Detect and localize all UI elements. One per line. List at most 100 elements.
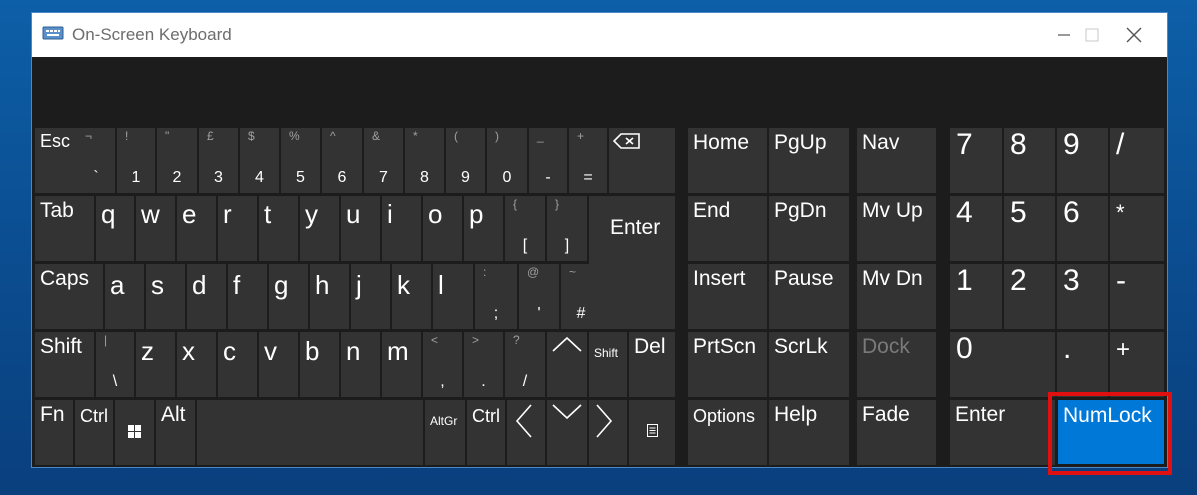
key-period[interactable]: >.	[464, 332, 503, 397]
key-caps[interactable]: Caps	[35, 264, 103, 329]
key-backtick[interactable]: ¬ `	[77, 128, 115, 193]
numpad-enter[interactable]: Enter	[950, 400, 1055, 465]
key-right-bracket[interactable]: }]	[547, 196, 587, 261]
key-b[interactable]: b	[300, 332, 339, 397]
key-o[interactable]: o	[423, 196, 462, 261]
key-del[interactable]: Del	[629, 332, 675, 397]
key-arrow-up[interactable]	[547, 332, 587, 397]
key-minus[interactable]: _ -	[529, 128, 567, 193]
key-quote[interactable]: @ '	[519, 264, 559, 329]
key-enter[interactable]: Enter	[589, 196, 675, 329]
key-tab[interactable]: Tab	[35, 196, 94, 261]
key-i[interactable]: i	[382, 196, 421, 261]
numpad-decimal[interactable]: .	[1057, 332, 1108, 397]
key-7[interactable]: & 7	[364, 128, 403, 193]
key-move-up[interactable]: Mv Up	[857, 196, 936, 261]
key-fn[interactable]: Fn	[35, 400, 73, 465]
key-arrow-left[interactable]	[507, 400, 545, 465]
key-z[interactable]: z	[136, 332, 175, 397]
key-scrlk[interactable]: ScrLk	[769, 332, 849, 397]
key-u[interactable]: u	[341, 196, 380, 261]
close-button[interactable]	[1105, 13, 1163, 57]
key-help[interactable]: Help	[769, 400, 849, 465]
key-slash[interactable]: ? /	[505, 332, 545, 397]
numpad-5[interactable]: 5	[1004, 196, 1055, 261]
key-e[interactable]: e	[177, 196, 216, 261]
key-j[interactable]: j	[351, 264, 390, 329]
key-backspace[interactable]	[609, 128, 675, 193]
key-insert[interactable]: Insert	[688, 264, 767, 329]
key-8[interactable]: * 8	[405, 128, 444, 193]
key-nav[interactable]: Nav	[857, 128, 936, 193]
numpad-6[interactable]: 6	[1057, 196, 1108, 261]
key-dock[interactable]: Dock	[857, 332, 936, 397]
key-h[interactable]: h	[310, 264, 349, 329]
key-k[interactable]: k	[392, 264, 431, 329]
numpad-minus[interactable]: -	[1110, 264, 1164, 329]
numpad-plus[interactable]: +	[1110, 332, 1164, 397]
key-end[interactable]: End	[688, 196, 767, 261]
numpad-4[interactable]: 4	[950, 196, 1002, 261]
key-altgr[interactable]: AltGr	[425, 400, 465, 465]
key-pause[interactable]: Pause	[769, 264, 849, 329]
key-hash[interactable]: ~ #	[561, 264, 601, 329]
key-shift-left[interactable]: Shift	[35, 332, 94, 397]
key-m[interactable]: m	[382, 332, 421, 397]
numpad-8[interactable]: 8	[1004, 128, 1055, 193]
key-1[interactable]: ! 1	[117, 128, 155, 193]
key-alt[interactable]: Alt	[156, 400, 195, 465]
numpad-divide[interactable]: /	[1110, 128, 1164, 193]
key-options[interactable]: Options	[688, 400, 767, 465]
key-ctrl-left[interactable]: Ctrl	[75, 400, 113, 465]
key-x[interactable]: x	[177, 332, 216, 397]
key-prtscn[interactable]: PrtScn	[688, 332, 767, 397]
key-equals[interactable]: + =	[569, 128, 607, 193]
key-arrow-down[interactable]	[547, 400, 587, 465]
key-9[interactable]: (9	[446, 128, 485, 193]
key-left-bracket[interactable]: {[	[505, 196, 545, 261]
key-backslash[interactable]: | \	[96, 332, 134, 397]
key-3[interactable]: £3	[199, 128, 238, 193]
key-arrow-right[interactable]	[589, 400, 627, 465]
key-t[interactable]: t	[259, 196, 298, 261]
key-n[interactable]: n	[341, 332, 380, 397]
key-s[interactable]: s	[146, 264, 185, 329]
key-v[interactable]: v	[259, 332, 298, 397]
key-0[interactable]: ) 0	[487, 128, 527, 193]
key-4[interactable]: $4	[240, 128, 279, 193]
key-5[interactable]: % 5	[281, 128, 320, 193]
key-pgdn[interactable]: PgDn	[769, 196, 849, 261]
numpad-multiply[interactable]: *	[1110, 196, 1164, 261]
key-w[interactable]: w	[136, 196, 175, 261]
numpad-7[interactable]: 7	[950, 128, 1002, 193]
key-semicolon[interactable]: :;	[475, 264, 517, 329]
key-l[interactable]: l	[433, 264, 473, 329]
key-space[interactable]	[197, 400, 423, 465]
key-shift-right[interactable]: Shift	[589, 332, 627, 397]
key-g[interactable]: g	[269, 264, 308, 329]
key-menu[interactable]	[629, 400, 675, 465]
key-comma[interactable]: <,	[423, 332, 462, 397]
key-6[interactable]: ^ 6	[322, 128, 362, 193]
key-move-down[interactable]: Mv Dn	[857, 264, 936, 329]
key-q[interactable]: q	[96, 196, 134, 261]
numpad-0[interactable]: 0	[950, 332, 1055, 397]
key-p[interactable]: p	[464, 196, 503, 261]
numpad-3[interactable]: 3	[1057, 264, 1108, 329]
key-numlock[interactable]: NumLock	[1058, 400, 1164, 464]
key-ctrl-right[interactable]: Ctrl	[467, 400, 505, 465]
key-a[interactable]: a	[105, 264, 144, 329]
key-y[interactable]: y	[300, 196, 339, 261]
key-pgup[interactable]: PgUp	[769, 128, 849, 193]
key-r[interactable]: r	[218, 196, 257, 261]
numpad-1[interactable]: 1	[950, 264, 1002, 329]
key-windows[interactable]	[115, 400, 154, 465]
numpad-9[interactable]: 9	[1057, 128, 1108, 193]
key-2[interactable]: " 2	[157, 128, 197, 193]
key-home[interactable]: Home	[688, 128, 767, 193]
numpad-2[interactable]: 2	[1004, 264, 1055, 329]
key-fade[interactable]: Fade	[857, 400, 936, 465]
key-d[interactable]: d	[187, 264, 226, 329]
key-f[interactable]: f	[228, 264, 267, 329]
key-c[interactable]: c	[218, 332, 257, 397]
